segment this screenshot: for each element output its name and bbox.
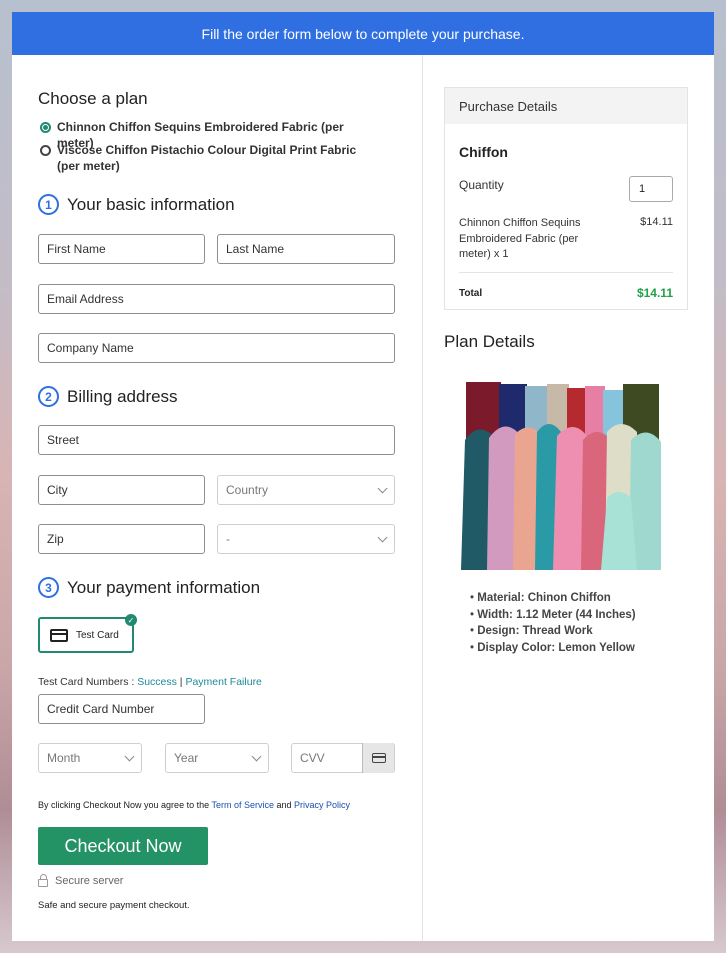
list-item: Width: 1.12 Meter (44 Inches) <box>470 607 636 624</box>
section-title: Billing address <box>67 386 178 406</box>
plan-details-heading: Plan Details <box>444 332 535 351</box>
bullet-text: Display Color: Lemon Yellow <box>477 642 635 655</box>
purchase-details-body: Chiffon Quantity 1 Chinnon Chiffon Sequi… <box>445 124 687 310</box>
purchase-details-header: Purchase Details <box>445 88 687 124</box>
privacy-policy-link[interactable]: Privacy Policy <box>294 800 350 810</box>
section-title: Your payment information <box>67 577 261 597</box>
secure-server-note: Secure server <box>38 874 124 887</box>
success-link[interactable]: Success <box>137 676 177 688</box>
credit-card-input[interactable]: Credit Card Number <box>38 694 205 724</box>
month-select[interactable]: Month <box>38 743 142 773</box>
form-column: Choose a plan Chinnon Chiffon Sequins Em… <box>12 55 423 941</box>
total-value: $14.11 <box>636 286 673 300</box>
terms-and: and <box>273 800 294 810</box>
city-input[interactable]: City <box>38 475 205 505</box>
year-select[interactable]: Year <box>165 743 269 773</box>
step-number-icon: 3 <box>38 577 59 598</box>
quantity-label: Quantity <box>459 178 504 192</box>
bullet-text: Material: Chinon Chiffon <box>477 592 611 604</box>
last-name-input[interactable]: Last Name <box>217 234 395 264</box>
checkout-button[interactable]: Checkout Now <box>38 827 208 865</box>
radio-selected-icon[interactable] <box>40 122 51 133</box>
top-banner: Fill the order form below to complete yo… <box>12 12 714 55</box>
lock-icon <box>38 874 48 887</box>
cvv-input[interactable]: CVV <box>291 743 395 773</box>
test-numbers-label: Test Card Numbers : <box>38 676 138 688</box>
list-item: Material: Chinon Chiffon <box>470 590 636 607</box>
chevron-down-icon <box>124 751 135 761</box>
check-icon: ✓ <box>125 614 137 626</box>
test-card-numbers: Test Card Numbers : Success | Payment Fa… <box>38 676 262 688</box>
terms-text: By clicking Checkout Now you agree to th… <box>38 800 350 810</box>
choose-plan-heading: Choose a plan <box>38 89 148 108</box>
fabric-product-image <box>461 380 664 570</box>
state-select[interactable]: - <box>217 524 395 554</box>
test-card-label: Test Card <box>76 629 119 641</box>
zip-input[interactable]: Zip <box>38 524 205 554</box>
chevron-down-icon <box>377 532 388 542</box>
chevron-down-icon <box>251 751 262 761</box>
line-item-price: $14.11 <box>640 216 673 228</box>
card-icon <box>371 753 386 763</box>
list-item: Design: Thread Work <box>470 623 636 640</box>
product-title: Chiffon <box>459 144 508 160</box>
step-number-icon: 1 <box>38 194 59 215</box>
divider <box>459 272 673 273</box>
safe-checkout-text: Safe and secure payment checkout. <box>38 900 190 911</box>
card-icon <box>50 628 68 642</box>
plan-option-label: Viscose Chiffon Pistachio Colour Digital… <box>57 143 357 173</box>
year-select-value: Year <box>174 751 199 765</box>
order-form-card: Choose a plan Chinnon Chiffon Sequins Em… <box>12 55 714 941</box>
email-input[interactable]: Email Address <box>38 284 395 314</box>
step-number-icon: 2 <box>38 386 59 407</box>
cvv-card-button[interactable] <box>362 743 394 773</box>
country-select-value: Country <box>226 483 269 497</box>
bullet-text: Width: 1.12 Meter (44 Inches) <box>477 608 636 621</box>
month-select-value: Month <box>47 751 81 765</box>
terms-of-service-link[interactable]: Term of Service <box>211 800 274 810</box>
first-name-input[interactable]: First Name <box>38 234 205 264</box>
state-select-value: - <box>226 532 230 546</box>
payment-heading: 3 Your payment information <box>38 577 260 598</box>
radio-unselected-icon[interactable] <box>40 145 51 156</box>
section-title: Your basic information <box>67 194 235 214</box>
basic-info-heading: 1 Your basic information <box>38 194 235 215</box>
list-item: Display Color: Lemon Yellow <box>470 640 636 657</box>
fabric-rolls-illustration <box>461 380 664 570</box>
bullet-text: Design: Thread Work <box>477 625 593 638</box>
summary-column: Purchase Details Chiffon Quantity 1 Chin… <box>423 55 714 941</box>
quantity-input[interactable]: 1 <box>629 176 673 202</box>
banner-text: Fill the order form below to complete yo… <box>201 25 525 42</box>
company-input[interactable]: Company Name <box>38 333 395 363</box>
terms-prefix: By clicking Checkout Now you agree to th… <box>38 800 212 810</box>
purchase-details-box: Purchase Details Chiffon Quantity 1 Chin… <box>444 87 688 310</box>
cvv-placeholder: CVV <box>300 751 325 765</box>
line-item-description: Chinnon Chiffon Sequins Embroidered Fabr… <box>459 217 581 260</box>
plan-details-list: Material: Chinon Chiffon Width: 1.12 Met… <box>470 590 636 657</box>
billing-heading: 2 Billing address <box>38 386 178 407</box>
total-label: Total <box>459 288 483 299</box>
test-card-option[interactable]: Test Card ✓ <box>38 614 137 653</box>
street-input[interactable]: Street <box>38 425 395 455</box>
plan-option-2[interactable]: Viscose Chiffon Pistachio Colour Digital… <box>40 142 380 174</box>
country-select[interactable]: Country <box>217 475 395 505</box>
secure-server-label: Secure server <box>55 875 124 887</box>
chevron-down-icon <box>377 483 388 493</box>
payment-failure-link[interactable]: Payment Failure <box>185 676 261 688</box>
